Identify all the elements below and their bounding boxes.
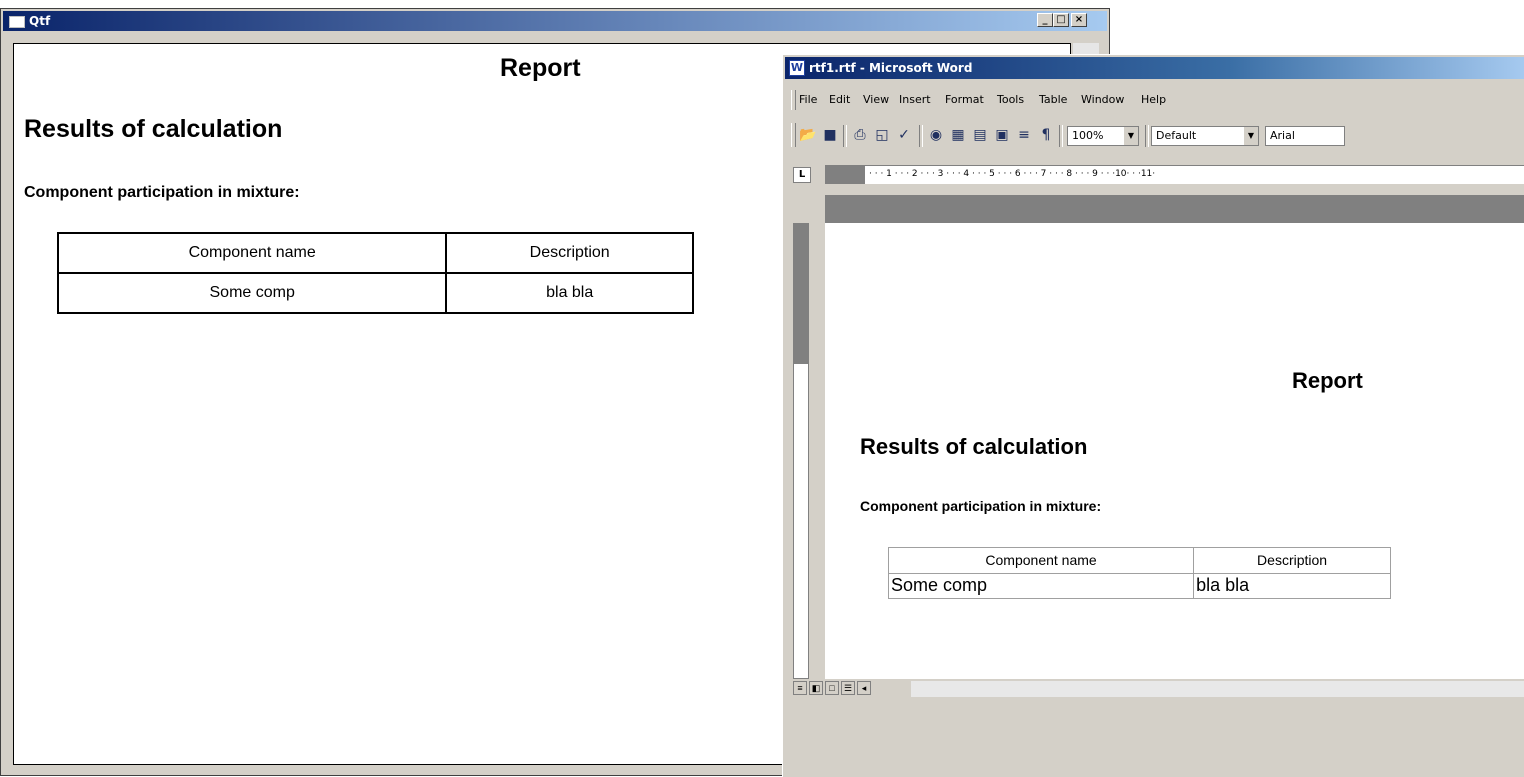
menubar-grip[interactable] <box>791 90 796 110</box>
ruler-ticks: · · · 1 · · · 2 · · · 3 · · · 4 · · · 5 … <box>869 169 1156 179</box>
columns-icon[interactable]: ≡ <box>1015 126 1033 144</box>
cell-description: bla bla <box>1193 572 1391 599</box>
menu-file[interactable]: File <box>799 93 817 106</box>
word-component-table: Component name Description Some comp bla… <box>887 547 1391 599</box>
close-button[interactable]: × <box>1071 13 1087 27</box>
table-header-row: Component name Description <box>887 547 1391 574</box>
cell-component-name: Some comp <box>887 572 1195 599</box>
toolbar-separator <box>843 125 847 147</box>
menu-help[interactable]: Help <box>1141 93 1166 106</box>
horizontal-ruler[interactable]: · · · 1 · · · 2 · · · 3 · · · 4 · · · 5 … <box>825 165 1524 184</box>
menu-table[interactable]: Table <box>1039 93 1067 106</box>
qtf-subheading: Component participation in mixture: <box>24 184 300 201</box>
word-heading: Results of calculation <box>860 434 1088 459</box>
menu-window[interactable]: Window <box>1081 93 1124 106</box>
print-preview-icon[interactable]: ◱ <box>873 126 891 144</box>
column-header-description: Description <box>1193 547 1391 574</box>
scroll-left-icon[interactable]: ◂ <box>857 681 871 695</box>
word-view-bar: ≡ ◧ □ ☰ ◂ <box>785 679 1524 699</box>
word-report-title: Report <box>1292 368 1363 393</box>
toolbar-grip[interactable] <box>791 123 796 147</box>
save-icon[interactable]: ■ <box>821 126 839 144</box>
toolbar-separator <box>919 125 923 147</box>
zoom-value: 100% <box>1072 129 1104 142</box>
column-header-component-name: Component name <box>56 232 448 274</box>
word-window: W rtf1.rtf - Microsoft Word File Edit Vi… <box>782 54 1524 777</box>
style-combo[interactable]: Default ▼ <box>1151 126 1259 146</box>
word-app-icon: W <box>789 60 805 76</box>
spelling-icon[interactable]: ✓ <box>895 126 913 144</box>
qtf-report-title: Report <box>500 54 581 82</box>
qtf-window-title: Qtf <box>29 14 51 28</box>
table-header-row: Component name Description <box>56 232 694 274</box>
cell-component-name: Some comp <box>56 272 448 314</box>
font-value: Arial <box>1270 129 1295 142</box>
toolbar-separator <box>1059 125 1063 147</box>
web-icon[interactable]: ◉ <box>927 126 945 144</box>
word-standard-toolbar: 📂 ■ ⎙ ◱ ✓ ◉ ▦ ▤ ▣ ≡ ¶ 100% ▼ Default ▼ A… <box>785 120 1524 150</box>
font-combo[interactable]: Arial <box>1265 126 1345 146</box>
page-top-margin <box>825 195 1524 223</box>
column-header-component-name: Component name <box>887 547 1195 574</box>
column-header-description: Description <box>445 232 694 274</box>
qtf-heading: Results of calculation <box>24 115 283 143</box>
chevron-down-icon[interactable]: ▼ <box>1124 127 1138 145</box>
tab-selector[interactable]: L <box>793 167 811 183</box>
word-menubar: File Edit View Insert Format Tools Table… <box>785 88 1524 112</box>
style-value: Default <box>1156 129 1197 142</box>
minimize-button[interactable]: _ <box>1037 13 1053 27</box>
menu-tools[interactable]: Tools <box>997 93 1024 106</box>
cell-description: bla bla <box>445 272 694 314</box>
ruler-left-margin <box>825 166 865 184</box>
menu-insert[interactable]: Insert <box>899 93 931 106</box>
open-icon[interactable]: 📂 <box>799 126 817 144</box>
normal-view-icon[interactable]: ≡ <box>793 681 807 695</box>
word-titlebar[interactable]: W rtf1.rtf - Microsoft Word <box>785 57 1524 79</box>
show-hide-icon[interactable]: ¶ <box>1037 126 1055 144</box>
outline-view-icon[interactable]: ☰ <box>841 681 855 695</box>
print-icon[interactable]: ⎙ <box>851 126 869 144</box>
table-row: Some comp bla bla <box>887 572 1391 599</box>
chevron-down-icon[interactable]: ▼ <box>1244 127 1258 145</box>
print-layout-icon[interactable]: □ <box>825 681 839 695</box>
word-subheading: Component participation in mixture: <box>860 498 1102 514</box>
vertical-ruler-margin <box>794 224 808 364</box>
tables-borders-icon[interactable]: ▦ <box>949 126 967 144</box>
toolbar-separator <box>1145 125 1149 147</box>
qtf-component-table: Component name Description Some comp bla… <box>56 232 694 314</box>
insert-excel-icon[interactable]: ▣ <box>993 126 1011 144</box>
qtf-titlebar[interactable]: Qtf _ □ × <box>3 11 1107 31</box>
maximize-button[interactable]: □ <box>1053 13 1069 27</box>
zoom-combo[interactable]: 100% ▼ <box>1067 126 1139 146</box>
word-window-title: rtf1.rtf - Microsoft Word <box>809 61 973 75</box>
menu-view[interactable]: View <box>863 93 889 106</box>
web-layout-icon[interactable]: ◧ <box>809 681 823 695</box>
menu-format[interactable]: Format <box>945 93 984 106</box>
insert-table-icon[interactable]: ▤ <box>971 126 989 144</box>
horizontal-scrollbar[interactable] <box>911 681 1524 697</box>
table-row: Some comp bla bla <box>56 272 694 314</box>
window-icon <box>9 16 25 28</box>
menu-edit[interactable]: Edit <box>829 93 850 106</box>
vertical-ruler[interactable] <box>793 223 809 679</box>
